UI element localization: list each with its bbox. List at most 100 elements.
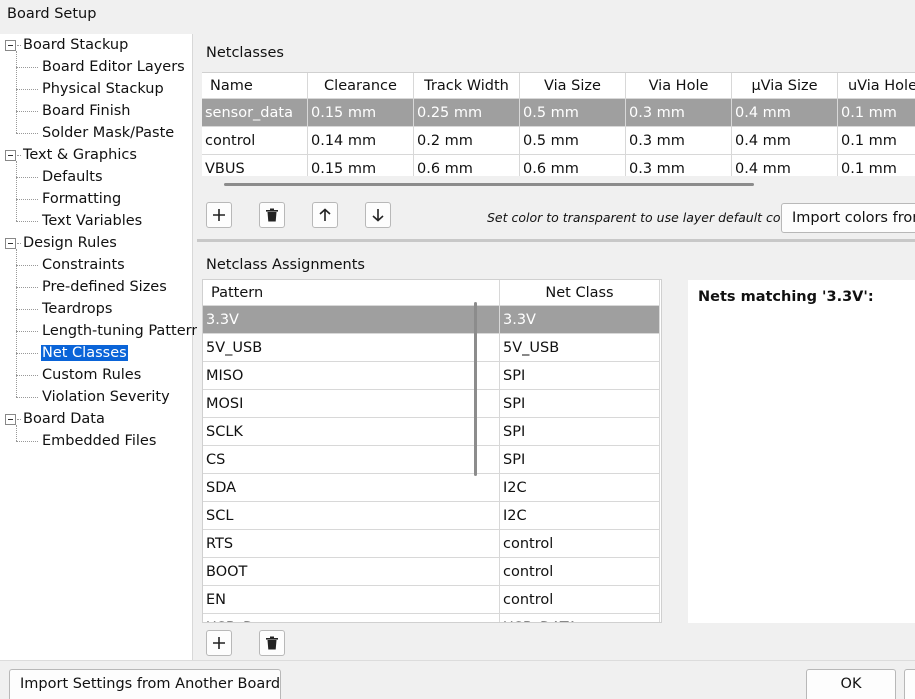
tree-item-pre-defined-sizes[interactable]: Pre-defined Sizes [41, 276, 168, 298]
cancel-button[interactable] [904, 669, 915, 699]
net-class-cell[interactable]: control [500, 586, 660, 614]
settings-tree[interactable]: Board Stackup Board Editor Layers Physical… [0, 34, 208, 660]
netclass-cell[interactable]: sensor_data [202, 99, 308, 127]
pattern-cell[interactable]: SCL [203, 502, 500, 530]
net-class-cell[interactable]: I2C [500, 474, 660, 502]
net-class-cell[interactable]: I2C [500, 502, 660, 530]
collapse-icon[interactable] [5, 40, 16, 51]
tree-item-teardrops[interactable]: Teardrops [41, 298, 113, 320]
import-colors-button[interactable]: Import colors from [781, 203, 915, 233]
net-class-cell[interactable]: SPI [500, 418, 660, 446]
netclass-cell[interactable]: 0.15 mm [308, 155, 414, 176]
add-netclass-button[interactable] [206, 202, 232, 228]
delete-assignment-button[interactable] [259, 630, 285, 656]
column-header-net-class[interactable]: Net Class [500, 280, 660, 306]
netclass-cell[interactable]: 0.4 mm [732, 99, 838, 127]
column-header-via-size[interactable]: Via Size [520, 73, 626, 99]
net-class-cell[interactable]: SPI [500, 362, 660, 390]
pattern-cell[interactable]: SCLK [203, 418, 500, 446]
assignments-vertical-scrollbar[interactable] [474, 302, 477, 476]
netclasses-horizontal-scrollbar[interactable] [224, 183, 754, 186]
column-header-via-hole[interactable]: Via Hole [626, 73, 732, 99]
tree-item-length-tuning-patterns[interactable]: Length-tuning Patterns [41, 320, 209, 342]
netclasses-grid[interactable]: Name Clearance Track Width Via Size Via Hole… [202, 72, 915, 176]
pattern-cell[interactable]: 3.3V [203, 306, 500, 334]
netclass-cell[interactable]: 0.4 mm [732, 155, 838, 176]
tree-item-label: Physical Stackup [42, 81, 164, 97]
tree-item-label: Formatting [42, 191, 122, 207]
pattern-cell[interactable]: RTS [203, 530, 500, 558]
collapse-icon[interactable] [5, 150, 16, 161]
tree-item-board-finish[interactable]: Board Finish [41, 100, 132, 122]
tree-item-board-data[interactable]: Board Data [22, 408, 106, 430]
tree-item-board-stackup[interactable]: Board Stackup [22, 34, 129, 56]
tree-item-solder-mask-paste[interactable]: Solder Mask/Paste [41, 122, 175, 144]
delete-netclass-button[interactable] [259, 202, 285, 228]
pattern-cell[interactable]: MISO [203, 362, 500, 390]
move-down-button[interactable] [365, 202, 391, 228]
tree-item-embedded-files[interactable]: Embedded Files [41, 430, 157, 452]
netclass-cell[interactable]: control [202, 127, 308, 155]
net-class-cell[interactable]: SPI [500, 390, 660, 418]
netclass-cell[interactable]: 0.15 mm [308, 99, 414, 127]
netclass-cell[interactable]: 0.25 mm [414, 99, 520, 127]
move-up-button[interactable] [312, 202, 338, 228]
net-class-cell[interactable]: USB_DATA [500, 614, 660, 622]
tree-item-constraints[interactable]: Constraints [41, 254, 126, 276]
tree-item-custom-rules[interactable]: Custom Rules [41, 364, 142, 386]
pattern-cell[interactable]: SDA [203, 474, 500, 502]
netclass-cell[interactable]: 0.3 mm [626, 155, 732, 176]
net-class-cell[interactable]: control [500, 558, 660, 586]
tree-item-text-variables[interactable]: Text Variables [41, 210, 143, 232]
netclass-cell[interactable]: 0.3 mm [626, 99, 732, 127]
tree-item-physical-stackup[interactable]: Physical Stackup [41, 78, 165, 100]
pattern-cell[interactable]: USB_D [203, 614, 500, 622]
pattern-cell[interactable]: EN [203, 586, 500, 614]
import-settings-button[interactable]: Import Settings from Another Board... [9, 669, 281, 699]
netclass-cell[interactable]: 0.1 mm [838, 127, 915, 155]
tree-item-design-rules[interactable]: Design Rules [22, 232, 118, 254]
column-header-clearance[interactable]: Clearance [308, 73, 414, 99]
netclass-cell[interactable]: 0.5 mm [520, 127, 626, 155]
netclass-cell[interactable]: 0.1 mm [838, 99, 915, 127]
panel-splitter[interactable] [197, 239, 915, 242]
net-class-cell[interactable]: control [500, 530, 660, 558]
netclass-cell[interactable]: VBUS [202, 155, 308, 176]
netclass-cell[interactable]: 0.6 mm [414, 155, 520, 176]
netclass-cell[interactable]: 0.1 mm [838, 155, 915, 176]
tree-item-label: Length-tuning Patterns [42, 323, 209, 339]
tree-item-text-graphics[interactable]: Text & Graphics [22, 144, 138, 166]
pattern-cell[interactable]: BOOT [203, 558, 500, 586]
pattern-cell[interactable]: 5V_USB [203, 334, 500, 362]
netclass-cell[interactable]: 0.2 mm [414, 127, 520, 155]
tree-connector [16, 51, 17, 133]
ok-button[interactable]: OK [806, 669, 896, 699]
net-class-cell[interactable]: 3.3V [500, 306, 660, 334]
netclass-assignments-grid[interactable]: Pattern Net Class 3.3V 3.3V 5V_USB 5V_USB MISO… [202, 279, 662, 623]
pattern-cell[interactable]: CS [203, 446, 500, 474]
tree-item-violation-severity[interactable]: Violation Severity [41, 386, 171, 408]
collapse-icon[interactable] [5, 414, 16, 425]
nets-matching-label: Nets matching '3.3V': [698, 289, 874, 305]
tree-item-formatting[interactable]: Formatting [41, 188, 122, 210]
net-class-cell[interactable]: SPI [500, 446, 660, 474]
netclass-cell[interactable]: 0.4 mm [732, 127, 838, 155]
add-assignment-button[interactable] [206, 630, 232, 656]
column-header-via-size[interactable]: µVia Size [732, 73, 838, 99]
column-header-uvia-hole[interactable]: uVia Hole [838, 73, 915, 99]
netclass-cell[interactable]: 0.3 mm [626, 127, 732, 155]
pattern-cell[interactable]: MOSI [203, 390, 500, 418]
tree-item-net-classes[interactable]: Net Classes [41, 342, 128, 364]
tree-connector [16, 133, 38, 134]
column-header-name[interactable]: Name [202, 73, 308, 99]
tree-item-defaults[interactable]: Defaults [41, 166, 104, 188]
netclass-cell[interactable]: 0.6 mm [520, 155, 626, 176]
tree-item-board-editor-layers[interactable]: Board Editor Layers [41, 56, 186, 78]
column-header-pattern[interactable]: Pattern [203, 280, 500, 306]
collapse-icon[interactable] [5, 238, 16, 249]
net-class-cell[interactable]: 5V_USB [500, 334, 660, 362]
netclass-cell[interactable]: 0.5 mm [520, 99, 626, 127]
tree-item-label: Net Classes [41, 345, 128, 361]
netclass-cell[interactable]: 0.14 mm [308, 127, 414, 155]
column-header-track-width[interactable]: Track Width [414, 73, 520, 99]
